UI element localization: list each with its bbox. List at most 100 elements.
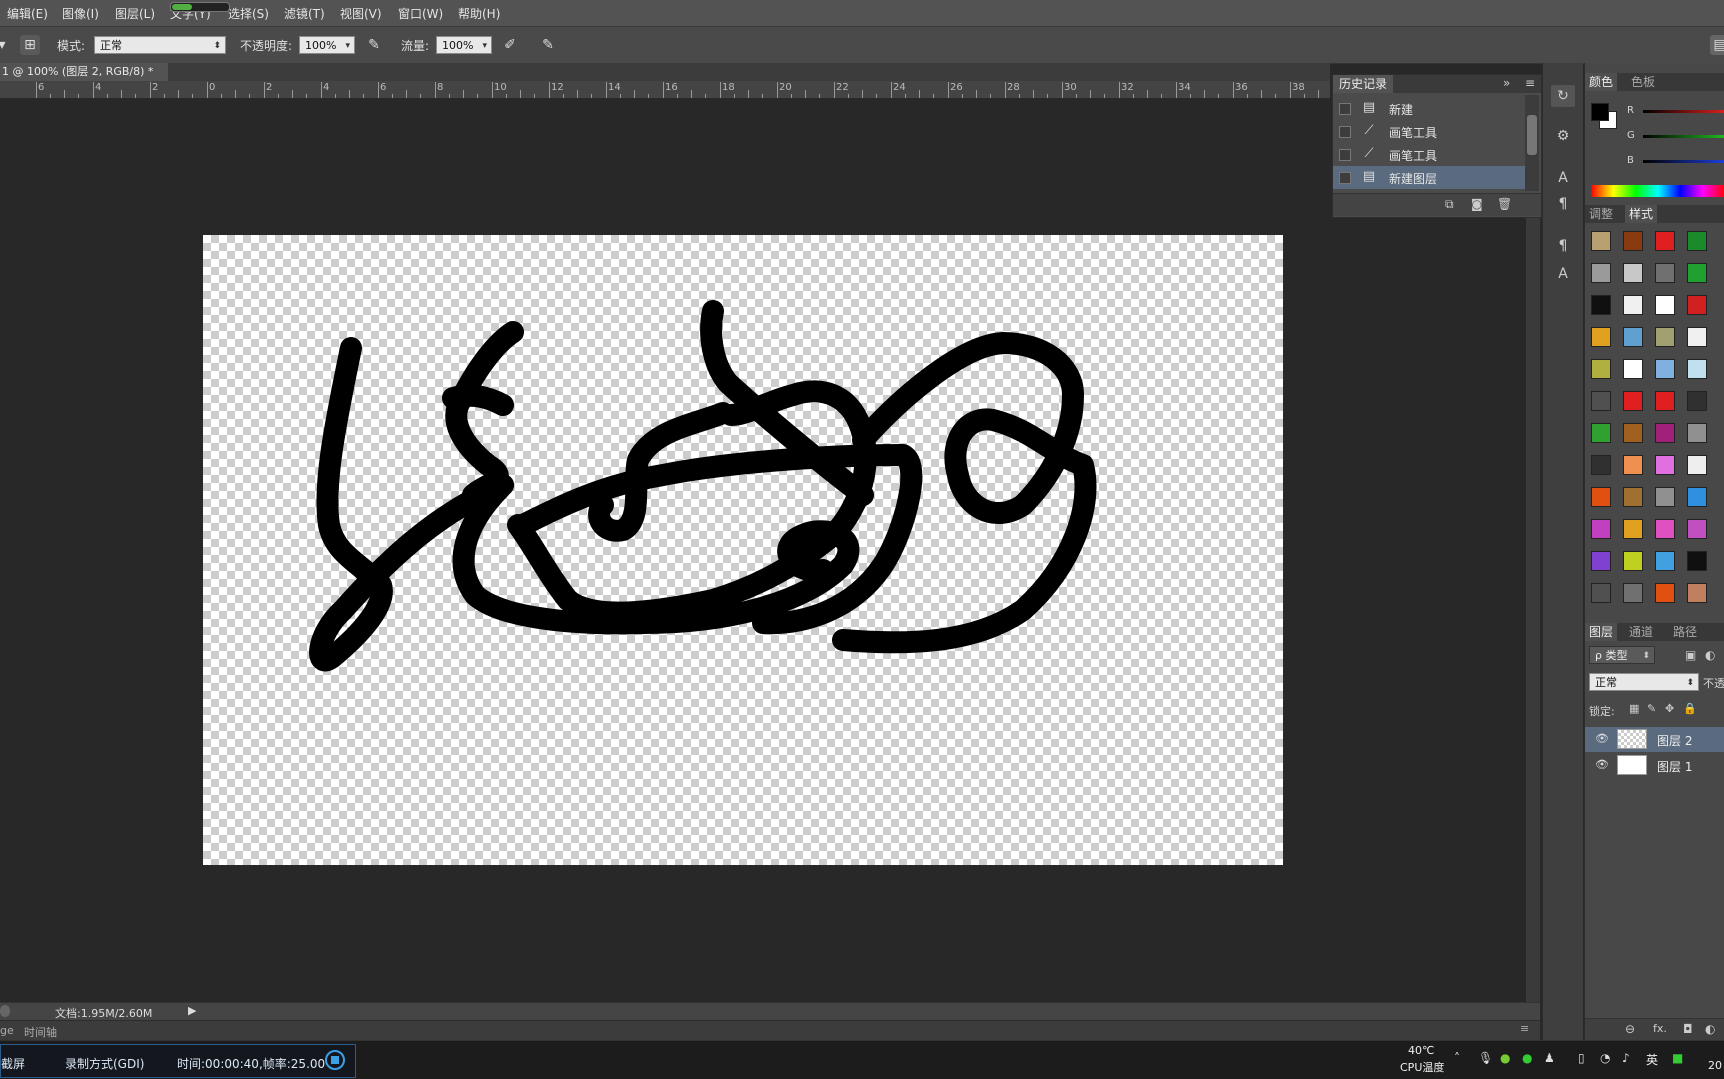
style-swatch[interactable]	[1591, 391, 1611, 411]
style-swatch[interactable]	[1687, 231, 1707, 251]
style-swatch[interactable]	[1591, 583, 1611, 603]
style-swatch[interactable]	[1623, 423, 1643, 443]
style-swatch[interactable]	[1623, 391, 1643, 411]
style-swatch[interactable]	[1623, 583, 1643, 603]
trash-icon[interactable]: 🗑	[1497, 197, 1512, 211]
style-swatch[interactable]	[1655, 359, 1675, 379]
foreground-color-swatch[interactable]	[1591, 103, 1609, 121]
snapshot-checkbox[interactable]	[1339, 126, 1351, 138]
style-swatch[interactable]	[1655, 583, 1675, 603]
style-swatch[interactable]	[1687, 487, 1707, 507]
layer-row[interactable]: 👁 图层 1	[1585, 753, 1724, 778]
menu-filter[interactable]: 滤镜(T)	[284, 5, 325, 22]
recorder-capture[interactable]: 截屏	[1, 1055, 25, 1072]
battery-icon[interactable]: ▯	[1578, 1051, 1585, 1065]
history-panel-icon[interactable]: ↻	[1551, 85, 1575, 107]
pressure-opacity-icon[interactable]: ✎	[364, 35, 384, 55]
wechat-icon[interactable]: ●	[1522, 1051, 1532, 1065]
blue-slider[interactable]	[1643, 160, 1724, 163]
style-swatch[interactable]	[1687, 423, 1707, 443]
menu-edit[interactable]: 编辑(E)	[7, 5, 48, 22]
tab-styles[interactable]: 样式	[1625, 205, 1658, 223]
style-swatch[interactable]	[1655, 231, 1675, 251]
history-item[interactable]: ⟋ 画笔工具	[1333, 143, 1525, 166]
menu-help[interactable]: 帮助(H)	[458, 5, 500, 22]
tool-preset-icon[interactable]: ▾	[0, 35, 12, 55]
style-swatch[interactable]	[1623, 455, 1643, 475]
camera-icon[interactable]: ◙	[1471, 197, 1483, 211]
red-slider[interactable]	[1643, 110, 1724, 113]
menu-view[interactable]: 视图(V)	[340, 5, 382, 22]
adjustment-layer-icon[interactable]: ◐	[1705, 1022, 1715, 1036]
blend-mode-select[interactable]: 正常 ⬍	[1589, 673, 1699, 691]
menu-image[interactable]: 图像(I)	[62, 5, 99, 22]
style-swatch[interactable]	[1655, 519, 1675, 539]
vertical-scrollbar[interactable]	[1526, 98, 1540, 1010]
style-swatch[interactable]	[1623, 327, 1643, 347]
penguin-icon[interactable]: ♟	[1544, 1051, 1555, 1065]
tab-layers[interactable]: 图层	[1585, 623, 1618, 641]
network-icon[interactable]: ◔	[1600, 1051, 1610, 1065]
properties-icon[interactable]: ⚙	[1551, 125, 1575, 147]
style-swatch[interactable]	[1655, 327, 1675, 347]
flow-field[interactable]: 100% ▾	[436, 36, 492, 54]
character-icon[interactable]: A	[1551, 167, 1575, 189]
tab-adjustments[interactable]: 调整	[1585, 205, 1617, 223]
mode-select[interactable]: 正常 ⬍	[94, 36, 226, 54]
link-layers-icon[interactable]: ⊖	[1625, 1022, 1635, 1036]
lock-position-icon[interactable]: ✥	[1665, 702, 1674, 715]
snapshot-checkbox[interactable]	[1339, 103, 1351, 115]
workspace-icon[interactable]: ▤	[1710, 35, 1724, 55]
style-swatch[interactable]	[1687, 295, 1707, 315]
style-swatch[interactable]	[1591, 327, 1611, 347]
security-icon[interactable]: ■	[1672, 1051, 1683, 1065]
style-swatch[interactable]	[1623, 295, 1643, 315]
history-item-selected[interactable]: ▤ 新建图层	[1333, 166, 1525, 189]
style-swatch[interactable]	[1655, 551, 1675, 571]
lock-all-icon[interactable]: 🔒	[1683, 702, 1697, 715]
style-swatch[interactable]	[1591, 455, 1611, 475]
eye-icon[interactable]: 👁	[1595, 758, 1609, 771]
style-swatch[interactable]	[1591, 487, 1611, 507]
brush-preset-icon[interactable]: ⊞	[20, 35, 40, 55]
style-swatch[interactable]	[1623, 231, 1643, 251]
document-canvas[interactable]	[203, 235, 1283, 865]
style-swatch[interactable]	[1623, 359, 1643, 379]
style-swatch[interactable]	[1687, 551, 1707, 571]
style-swatch[interactable]	[1687, 455, 1707, 475]
chevron-up-icon[interactable]: ˄	[1454, 1051, 1460, 1065]
tab-color[interactable]: 颜色	[1585, 73, 1618, 91]
style-swatch[interactable]	[1655, 295, 1675, 315]
style-swatch[interactable]	[1687, 391, 1707, 411]
volume-icon[interactable]: ♪	[1622, 1051, 1630, 1065]
color-spectrum[interactable]	[1591, 185, 1724, 197]
style-swatch[interactable]	[1623, 551, 1643, 571]
paragraph-icon[interactable]: ¶	[1551, 193, 1575, 215]
new-document-from-state-icon[interactable]: ⧉	[1445, 197, 1454, 212]
tab-channels[interactable]: 通道	[1625, 623, 1657, 641]
panel-menu-icon[interactable]: ≡	[1520, 1022, 1529, 1035]
stop-record-button[interactable]	[325, 1050, 345, 1070]
style-swatch[interactable]	[1591, 551, 1611, 571]
paragraph-style-icon[interactable]: ¶	[1551, 235, 1575, 257]
zoom-icon[interactable]	[0, 1005, 10, 1017]
timeline-left-tab[interactable]: ge	[0, 1024, 14, 1037]
snapshot-checkbox[interactable]	[1339, 172, 1351, 184]
airbrush-icon[interactable]: ✐	[500, 35, 520, 55]
snapshot-checkbox[interactable]	[1339, 149, 1351, 161]
image-filter-icon[interactable]: ▣	[1685, 648, 1696, 662]
document-tab[interactable]: 1 @ 100% (图层 2, RGB/8) * ×	[0, 63, 168, 96]
style-swatch[interactable]	[1655, 423, 1675, 443]
eye-icon[interactable]: 👁	[1595, 732, 1609, 745]
style-swatch[interactable]	[1591, 263, 1611, 283]
history-scrollbar[interactable]	[1525, 95, 1539, 191]
add-mask-icon[interactable]: ◘	[1683, 1022, 1693, 1036]
style-swatch[interactable]	[1623, 519, 1643, 539]
layer-filter-select[interactable]: ρ 类型 ⬍	[1589, 646, 1655, 664]
adjustment-filter-icon[interactable]: ◐	[1705, 648, 1715, 662]
tab-history[interactable]: 历史记录	[1333, 75, 1394, 93]
scroll-thumb[interactable]	[1527, 115, 1537, 155]
tab-paths[interactable]: 路径	[1669, 623, 1701, 641]
microphone-icon[interactable]: 🎙	[1478, 1051, 1493, 1065]
style-swatch[interactable]	[1655, 391, 1675, 411]
